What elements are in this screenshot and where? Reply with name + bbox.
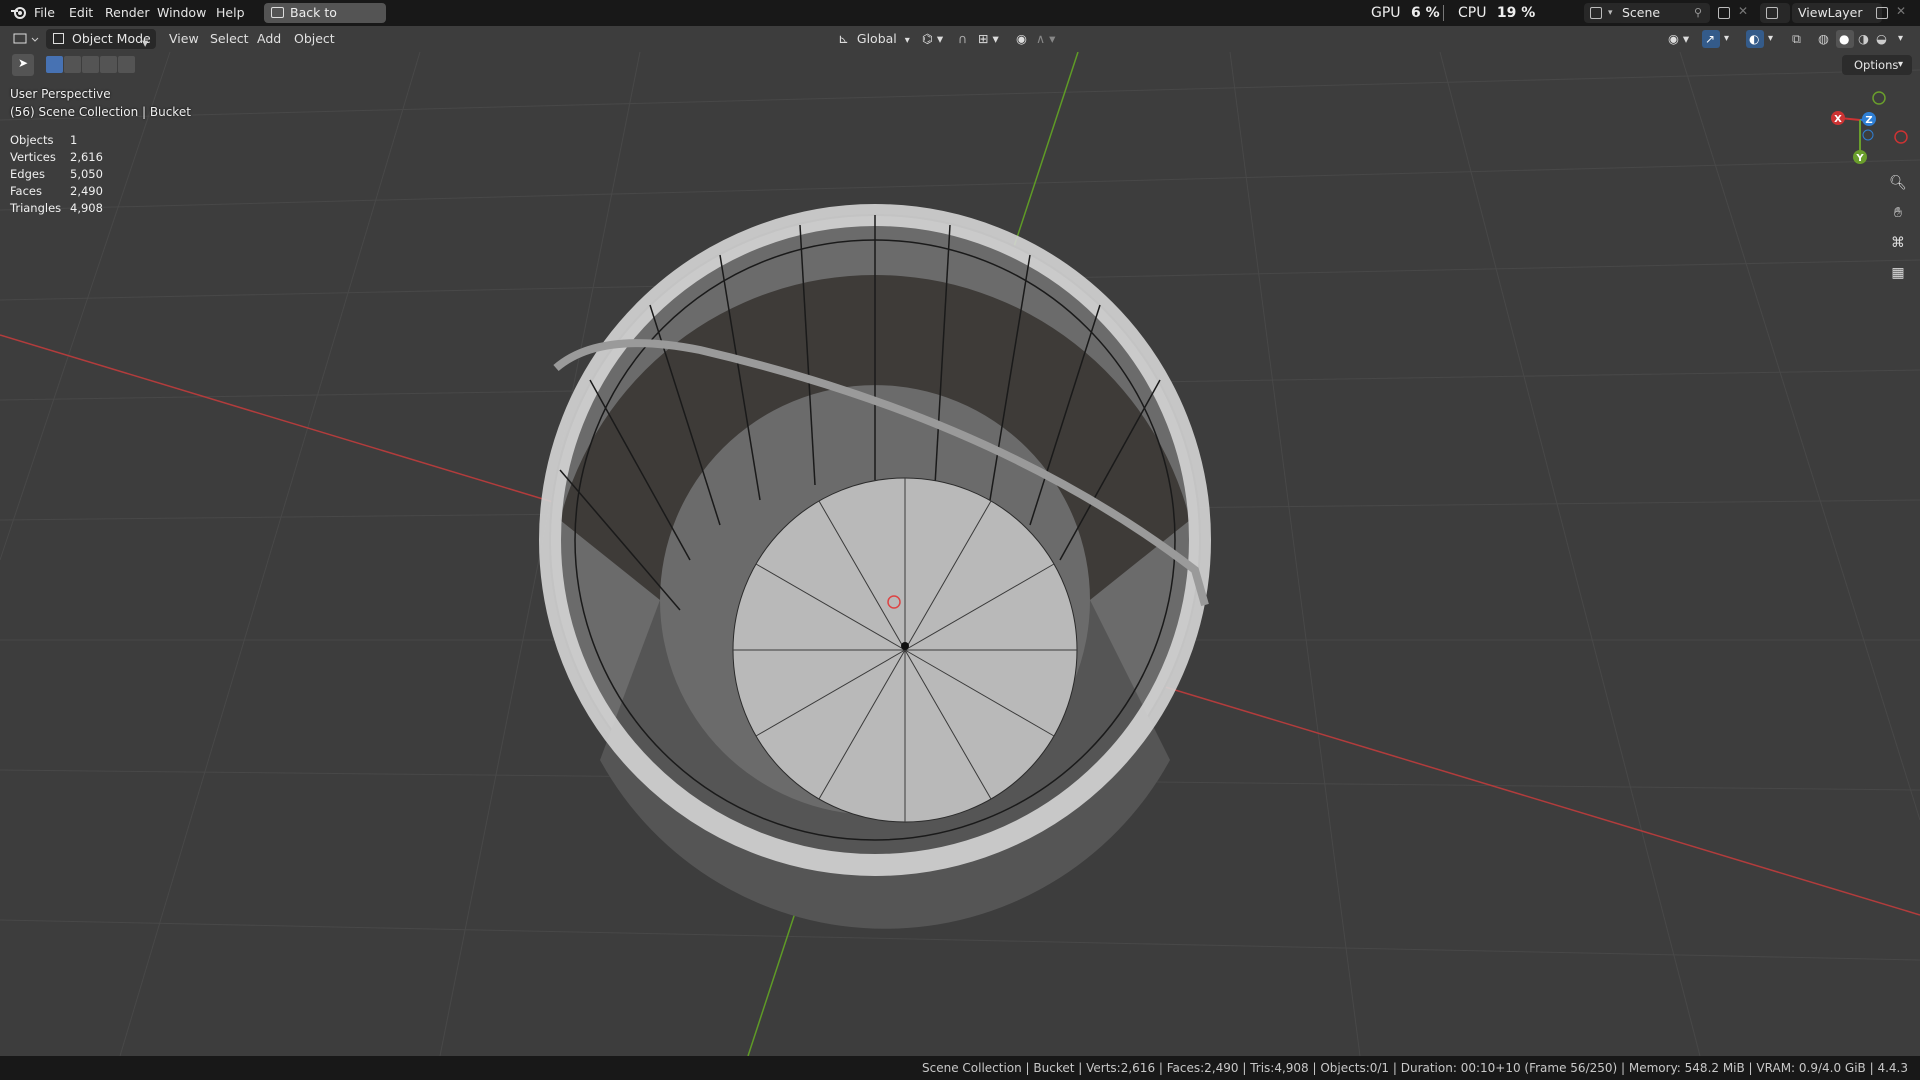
viewport-menu-select[interactable]: Select: [210, 26, 249, 52]
stat-label: Edges: [10, 167, 45, 181]
solid-shading-button[interactable]: ●: [1836, 30, 1854, 48]
top-menu-bar: File Edit Render Window Help Back to Pre…: [0, 0, 1920, 40]
proportional-editing-icon[interactable]: ◉: [1016, 26, 1027, 52]
chevron-down-icon: ▾: [1898, 59, 1904, 70]
orientation-icon: ⊾: [838, 32, 849, 47]
options-label: Options: [1854, 58, 1899, 72]
stat-label: Vertices: [10, 150, 56, 164]
selection-mode-new-button[interactable]: [46, 56, 63, 73]
delete-scene-icon[interactable]: ✕: [1738, 4, 1748, 18]
transform-orientation-label: Global: [856, 31, 897, 46]
chevron-down-icon: ▾: [1608, 8, 1613, 18]
snap-icon[interactable]: ∩: [958, 26, 967, 52]
new-viewlayer-icon[interactable]: [1876, 7, 1888, 19]
pan-hand-icon[interactable]: ✋︎: [1884, 200, 1912, 226]
viewport-header: Object Mode ▾ View Select Add Object ⊾ G…: [0, 26, 1920, 52]
delete-viewlayer-icon[interactable]: ✕: [1896, 4, 1906, 18]
chevron-down-icon[interactable]: ▾: [1724, 26, 1729, 52]
view-name: User Perspective: [10, 87, 111, 101]
scene-name: Scene: [1622, 5, 1661, 20]
select-tool-button[interactable]: ➤: [12, 54, 34, 76]
viewlayer-selector-button[interactable]: [1760, 3, 1790, 23]
selection-mode-intersect-button[interactable]: [118, 56, 135, 73]
stat-value: 5,050: [70, 167, 103, 181]
stat-label: Faces: [10, 184, 42, 198]
menu-window[interactable]: Window: [157, 0, 206, 26]
viewlayer-name: ViewLayer: [1798, 5, 1863, 20]
gizmo-toggle-button[interactable]: ↗: [1702, 30, 1720, 48]
bucket-mesh[interactable]: [539, 204, 1211, 929]
menu-help[interactable]: Help: [216, 0, 245, 26]
chevron-down-icon: ▾: [142, 35, 149, 50]
visibility-icon[interactable]: ◉ ▾: [1668, 26, 1689, 52]
perspective-toggle-icon[interactable]: ▦: [1884, 260, 1912, 286]
collection-info: (56) Scene Collection | Bucket: [10, 105, 191, 119]
back-to-previous-button[interactable]: Back to Previous: [264, 3, 386, 40]
cpu-label: CPU: [1458, 5, 1487, 21]
y-axis-label: Y: [1855, 153, 1864, 164]
cursor-icon: ➤: [18, 56, 29, 70]
stat-value: 2,490: [70, 184, 103, 198]
perf-divider: [1443, 5, 1444, 21]
selection-mode-extend-button[interactable]: [64, 56, 81, 73]
overlays-icon: ◐: [1749, 32, 1760, 46]
stat-value: 2,616: [70, 150, 103, 164]
editor-type-button[interactable]: [12, 30, 39, 48]
viewport-menu-add[interactable]: Add: [257, 26, 281, 52]
viewlayer-name-field[interactable]: ViewLayer: [1792, 3, 1882, 23]
cpu-usage: CPU 19 %: [1458, 0, 1535, 26]
gpu-usage: GPU 6 %: [1371, 0, 1440, 26]
object-mode-dropdown[interactable]: Object Mode ▾: [46, 29, 156, 50]
status-bar: Scene Collection | Bucket | Verts:2,616 …: [0, 1056, 1920, 1080]
navigation-gizmo[interactable]: X Z Y: [1820, 84, 1920, 174]
neg-x-axis-icon[interactable]: [1894, 130, 1908, 144]
camera-view-icon[interactable]: ⌘: [1884, 230, 1912, 256]
viewport-menu-view[interactable]: View: [169, 26, 199, 52]
gizmo-icon: ↗: [1705, 32, 1716, 46]
wireframe-shading-icon[interactable]: ◍: [1818, 26, 1829, 52]
options-dropdown[interactable]: Options ▾: [1842, 55, 1912, 75]
overlays-toggle-button[interactable]: ◐: [1746, 30, 1764, 48]
neg-y-axis-icon[interactable]: [1872, 91, 1886, 105]
menu-render[interactable]: Render: [105, 0, 150, 26]
stat-label: Objects: [10, 133, 54, 147]
menu-file[interactable]: File: [34, 0, 55, 26]
viewport-menu-object[interactable]: Object: [294, 26, 335, 52]
zoom-icon[interactable]: 🔍︎: [1884, 170, 1912, 196]
object-mode-icon: [53, 33, 64, 44]
chevron-down-icon[interactable]: ▾: [1898, 26, 1903, 52]
xray-icon[interactable]: ⧉: [1792, 26, 1801, 52]
pin-icon[interactable]: ⚲: [1694, 3, 1702, 23]
gpu-value: 6 %: [1411, 5, 1440, 21]
viewlayer-icon: [1766, 7, 1778, 19]
neg-z-axis-icon[interactable]: [1862, 129, 1874, 141]
screen-icon: [271, 7, 284, 18]
new-scene-icon[interactable]: [1718, 7, 1730, 19]
stat-value: 1: [70, 133, 78, 147]
gpu-label: GPU: [1371, 5, 1401, 21]
blender-logo-icon[interactable]: [10, 0, 28, 26]
cpu-value: 19 %: [1496, 5, 1536, 21]
3d-viewport[interactable]: [0, 52, 1920, 1056]
object-mode-label: Object Mode: [72, 31, 151, 46]
x-axis-label: X: [1834, 114, 1842, 125]
selection-mode-invert-button[interactable]: [100, 56, 117, 73]
transform-orientation-dropdown[interactable]: ⊾ Global ▾: [838, 26, 910, 52]
status-bar-text: Scene Collection | Bucket | Verts:2,616 …: [921, 1061, 1908, 1075]
snap-target-icon[interactable]: ⊞ ▾: [978, 26, 999, 52]
scene-icon: [1590, 7, 1602, 19]
falloff-icon[interactable]: ∧ ▾: [1036, 26, 1055, 52]
material-shading-icon[interactable]: ◑: [1858, 26, 1869, 52]
stat-label: Triangles: [10, 201, 62, 215]
scene-name-field[interactable]: Scene ⚲: [1618, 3, 1710, 23]
stat-value: 4,908: [70, 201, 103, 215]
chevron-down-icon[interactable]: ▾: [1768, 26, 1773, 52]
pivot-point-icon[interactable]: ⌬ ▾: [922, 26, 943, 52]
z-axis-label: Z: [1865, 115, 1872, 126]
selection-mode-subtract-button[interactable]: [82, 56, 99, 73]
menu-edit[interactable]: Edit: [69, 0, 93, 26]
solid-shading-icon: ●: [1839, 32, 1850, 46]
chevron-down-icon: ▾: [904, 35, 910, 46]
rendered-shading-icon[interactable]: ◒: [1876, 26, 1887, 52]
